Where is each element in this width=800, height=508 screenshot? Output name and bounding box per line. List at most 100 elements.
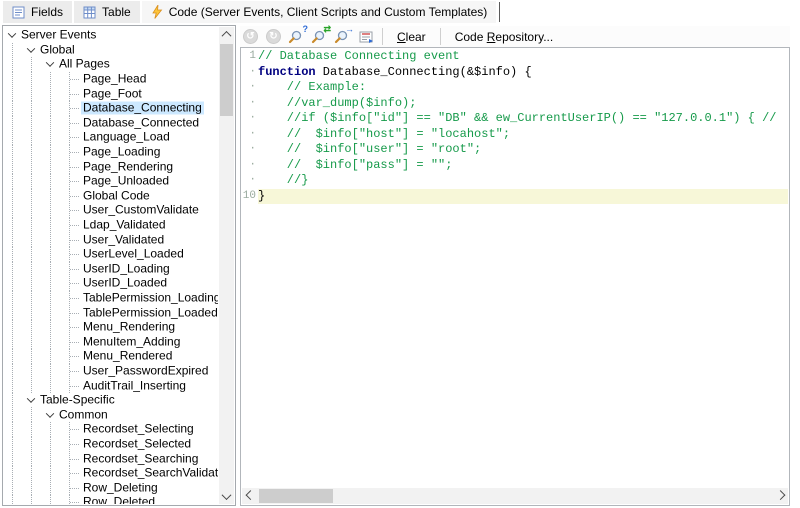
tree-connector-dash [70,167,79,168]
tree-connector-dash [70,152,79,153]
tree-item-userlevel-loaded[interactable]: UserLevel_Loaded [5,247,218,262]
tree-connector-dash [70,283,79,284]
tree-guide-line [31,305,32,320]
code-area[interactable]: 1// Database Connecting event·function D… [242,49,788,487]
code-text: //if ($info["id"] == "DB" && ew_CurrentU… [258,111,788,127]
tree-item-all-pages[interactable]: All Pages [5,57,218,72]
tab-fields[interactable]: Fields [3,1,72,23]
tree-guide-line [31,407,32,422]
tree-vertical-scrollbar[interactable] [219,27,234,504]
tree-connector-dash [70,356,79,357]
tree-guide-line [50,364,51,379]
chevron-down-icon[interactable] [27,44,35,52]
tree-connector-dash [70,313,79,314]
tree-guide-line [12,145,13,160]
chevron-down-icon[interactable] [46,409,54,417]
tree-item-user-validated[interactable]: User_Validated [5,232,218,247]
chevron-down-icon[interactable] [8,30,16,38]
tree-item-label: Menu_Rendered [81,350,174,363]
tree-guide-line [12,393,13,408]
line-number: · [242,127,258,143]
goto-template-icon[interactable] [355,27,376,46]
tree-item-ldap-validated[interactable]: Ldap_Validated [5,218,218,233]
chevron-down-icon[interactable] [46,59,54,67]
event-tree: Server EventsGlobalAll PagesPage_HeadPag… [5,28,218,504]
tree-item-common[interactable]: Common [5,407,218,422]
tree-item-label: Database_Connecting [81,102,204,115]
tree-connector-dash [70,181,79,182]
tree-item-page-unloaded[interactable]: Page_Unloaded [5,174,218,189]
tree-item-global-code[interactable]: Global Code [5,189,218,204]
tree-item-userid-loaded[interactable]: UserID_Loaded [5,276,218,291]
tree-item-table-specific[interactable]: Table-Specific [5,393,218,408]
find-icon[interactable]: ? [286,27,307,46]
tree-guide-line [31,232,32,247]
tree-guide-line [31,495,32,504]
replace-icon[interactable]: ⇄ [309,27,330,46]
tree-item-menu-rendered[interactable]: Menu_Rendered [5,349,218,364]
scroll-left-button[interactable] [242,488,258,504]
tree-item-row-deleting[interactable]: Row_Deleting [5,480,218,495]
clear-button[interactable]: Clear [389,28,434,46]
tree-item-audittrail-inserting[interactable]: AuditTrail_Inserting [5,378,218,393]
tab-table[interactable]: Table [74,1,140,23]
code-line: ·function Database_Connecting(&$info) { [242,65,788,81]
scrollbar-thumb[interactable] [259,489,333,503]
tree-item-label: User_Validated [81,233,166,246]
tree-guide-line [31,349,32,364]
tree-item-server-events[interactable]: Server Events [5,28,218,43]
tree-item-user-customvalidate[interactable]: User_CustomValidate [5,203,218,218]
tree-item-recordset-searching[interactable]: Recordset_Searching [5,451,218,466]
tree-guide-line [12,407,13,422]
tree-item-label: AuditTrail_Inserting [81,379,188,392]
tree-item-language-load[interactable]: Language_Load [5,130,218,145]
tree-item-recordset-selected[interactable]: Recordset_Selected [5,437,218,452]
scroll-right-button[interactable] [772,488,788,504]
tree-guide-line [50,334,51,349]
tree-item-page-rendering[interactable]: Page_Rendering [5,159,218,174]
line-number: · [242,96,258,112]
tree-item-menuitem-adding[interactable]: MenuItem_Adding [5,334,218,349]
tree-item-label: Page_Rendering [81,160,175,173]
tree-item-database-connected[interactable]: Database_Connected [5,116,218,131]
tree-item-user-passwordexpired[interactable]: User_PasswordExpired [5,364,218,379]
tree-guide-line [31,334,32,349]
tree-item-userid-loading[interactable]: UserID_Loading [5,262,218,277]
tree-item-global[interactable]: Global [5,43,218,58]
tree-guide-line [50,262,51,277]
tree-item-menu-rendering[interactable]: Menu_Rendering [5,320,218,335]
tree-guide-line [50,320,51,335]
tree-item-page-head[interactable]: Page_Head [5,72,218,87]
tree-guide-line [12,159,13,174]
tree-item-row-deleted[interactable]: Row_Deleted [5,495,218,504]
table-grid-icon [83,6,96,19]
code-line: · //if ($info["id"] == "DB" && ew_Curren… [242,111,788,127]
chevron-down-icon[interactable] [27,395,35,403]
editor-horizontal-scrollbar[interactable] [242,488,788,504]
tab-code[interactable]: Code (Server Events, Client Scripts and … [142,1,497,23]
tree-item-page-foot[interactable]: Page_Foot [5,86,218,101]
code-text: // $info["host"] = "locahost"; [258,127,788,143]
tree-guide-line [50,305,51,320]
tree-item-database-connecting[interactable]: Database_Connecting [5,101,218,116]
scroll-up-button[interactable] [219,27,234,42]
scroll-down-button[interactable] [219,489,234,504]
tree-item-recordset-selecting[interactable]: Recordset_Selecting [5,422,218,437]
tree-guide-line [12,43,13,58]
tree-guide-line [31,364,32,379]
tree-item-page-loading[interactable]: Page_Loading [5,145,218,160]
tree-guide-line [12,116,13,131]
tree-guide-line [31,57,32,72]
find-next-icon[interactable]: → [332,27,353,46]
tree-item-tablepermission-loading[interactable]: TablePermission_Loading [5,291,218,306]
tree-guide-line [12,262,13,277]
tree-item-recordset-searchvalidated[interactable]: Recordset_SearchValidated [5,466,218,481]
tree-guide-line [50,130,51,145]
code-editor[interactable]: 1// Database Connecting event·function D… [240,47,790,506]
tree-item-tablepermission-loaded[interactable]: TablePermission_Loaded [5,305,218,320]
line-number: 10 [242,189,258,205]
tree-guide-line [12,232,13,247]
tree-guide-line [31,466,32,481]
code-repository-button[interactable]: Code Repository... [447,28,562,46]
scrollbar-thumb[interactable] [220,44,233,116]
